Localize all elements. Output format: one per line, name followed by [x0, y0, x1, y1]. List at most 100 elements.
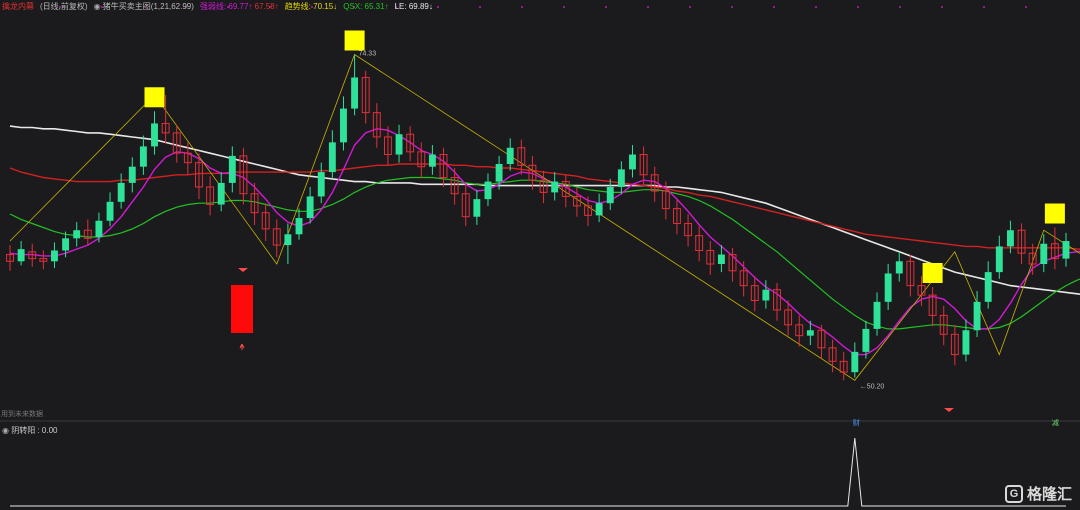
qiangruo-readout: 强弱线: 69.77↑ 67.58↑	[200, 0, 279, 14]
top-dot-marker	[689, 6, 691, 8]
marker-left: 财	[853, 418, 860, 427]
candle-body	[1040, 243, 1048, 265]
candle-body	[984, 272, 992, 302]
watermark: G 格隆汇	[1004, 483, 1072, 504]
candle-body	[895, 261, 903, 274]
candle-body	[395, 134, 403, 155]
candle-body	[973, 301, 981, 331]
candle-body	[217, 182, 225, 205]
candle-body	[962, 330, 970, 355]
top-dot-marker	[647, 6, 649, 8]
candle-body	[328, 142, 336, 173]
candlestick-chart[interactable]: 74.33 ←50.20 用到未来数据财 减	[0, 0, 1080, 510]
top-dot-marker	[479, 6, 481, 8]
arrow-up-icon	[239, 343, 245, 350]
period-label: (日线,前复权)	[40, 2, 88, 11]
candle-body	[1062, 241, 1070, 259]
candle-body	[617, 169, 625, 187]
top-dot-marker	[437, 6, 439, 8]
candle-body	[484, 181, 492, 200]
candle-body	[106, 201, 114, 221]
candle-body	[1006, 230, 1014, 247]
sub-spike-line	[10, 437, 1066, 507]
top-dot-marker	[773, 6, 775, 8]
candle-body	[340, 108, 347, 143]
candle-body	[595, 203, 603, 216]
candle-body	[862, 328, 870, 352]
candle-body	[306, 196, 314, 219]
le-readout: LE: 69.89↓	[395, 0, 433, 14]
qiangruo-value2: 67.58↑	[254, 2, 279, 11]
low-price-label: ←50.20	[860, 383, 885, 390]
diamond-icon	[944, 408, 954, 412]
candle-body	[884, 273, 892, 302]
top-dot-marker	[563, 6, 565, 8]
candle-body	[506, 147, 514, 164]
candle-body	[228, 155, 236, 183]
le-value: 69.89↓	[408, 2, 433, 11]
qsx-value: 65.31↑	[364, 2, 389, 11]
sub-panel-value: : 0.00	[37, 426, 58, 435]
ma-pink-line	[9, 128, 1080, 356]
red-signal-bar	[231, 285, 253, 333]
qiangruo-label: 强弱线:	[199, 2, 227, 11]
candle-body	[762, 289, 770, 301]
qiangruo-value: 69.77↑	[228, 2, 253, 11]
candle-body	[629, 154, 636, 170]
candle-body	[806, 330, 814, 336]
diamond-icon	[238, 268, 248, 272]
qsx-readout: QSX: 65.31↑	[343, 0, 388, 14]
top-dot-marker	[521, 6, 523, 8]
sub-panel-header: ◉ 阴转阳 : 0.00	[0, 425, 57, 437]
candle-body	[873, 301, 881, 329]
high-price-label: 74.33	[359, 50, 377, 57]
candle-body	[851, 351, 859, 373]
zigzag-trend-line	[9, 53, 1080, 381]
marker-right: 减	[1052, 418, 1059, 427]
candle-body	[317, 172, 325, 197]
top-dot-marker	[983, 6, 985, 8]
signal-box	[922, 262, 943, 283]
candle-body	[495, 163, 503, 182]
future-data-note: 用到未来数据	[1, 409, 43, 418]
top-dot-marker	[941, 6, 943, 8]
candle-body	[73, 230, 81, 239]
top-dot-marker	[1025, 6, 1027, 8]
candle-body	[428, 154, 436, 167]
candle-body	[17, 249, 25, 262]
candle-body	[128, 166, 136, 183]
formula-name: 猪牛买卖主图(1,21,62.99)	[102, 2, 194, 11]
candle-body	[551, 181, 559, 193]
trend-label: 趋势线:	[284, 2, 311, 11]
chart-root: 74.33 ←50.20 用到未来数据财 减 擒龙内幕 (日线,前复权) ◉ 猪牛买卖…	[0, 0, 1080, 510]
sub-panel-label: 阴转阳	[11, 426, 36, 435]
settings-icon[interactable]: ◉	[94, 2, 101, 11]
signal-box	[1044, 203, 1065, 224]
top-dot-marker	[899, 6, 901, 8]
candle-body	[606, 186, 614, 204]
signal-box	[344, 30, 365, 51]
candle-body	[473, 199, 481, 217]
formula-label: ◉ 猪牛买卖主图(1,21,62.99)	[94, 0, 194, 14]
candle-body	[62, 238, 70, 251]
candle-body	[284, 234, 292, 246]
candle-body	[151, 123, 158, 147]
indicator-header: 擒龙内幕 (日线,前复权) ◉ 猪牛买卖主图(1,21,62.99) 强弱线: …	[0, 0, 433, 14]
top-dot-marker	[605, 6, 607, 8]
trend-value: 70.15↓	[313, 2, 338, 11]
sub-settings-icon[interactable]: ◉	[2, 426, 9, 435]
trend-readout: 趋势线: 70.15↓	[285, 0, 338, 14]
candle-body	[51, 250, 58, 262]
candle-body	[295, 218, 303, 235]
candle-body	[95, 220, 103, 237]
ma-red-line	[9, 163, 1080, 250]
candle-body	[351, 77, 359, 109]
qsx-label: QSX:	[343, 2, 363, 11]
ma-green-line	[9, 176, 1080, 330]
top-dot-marker	[815, 6, 817, 8]
ma-white-line	[9, 125, 1080, 295]
candle-body	[717, 254, 725, 265]
candle-body	[139, 146, 147, 167]
candle-body	[117, 182, 125, 202]
indicator-name[interactable]: 擒龙内幕	[2, 0, 34, 14]
